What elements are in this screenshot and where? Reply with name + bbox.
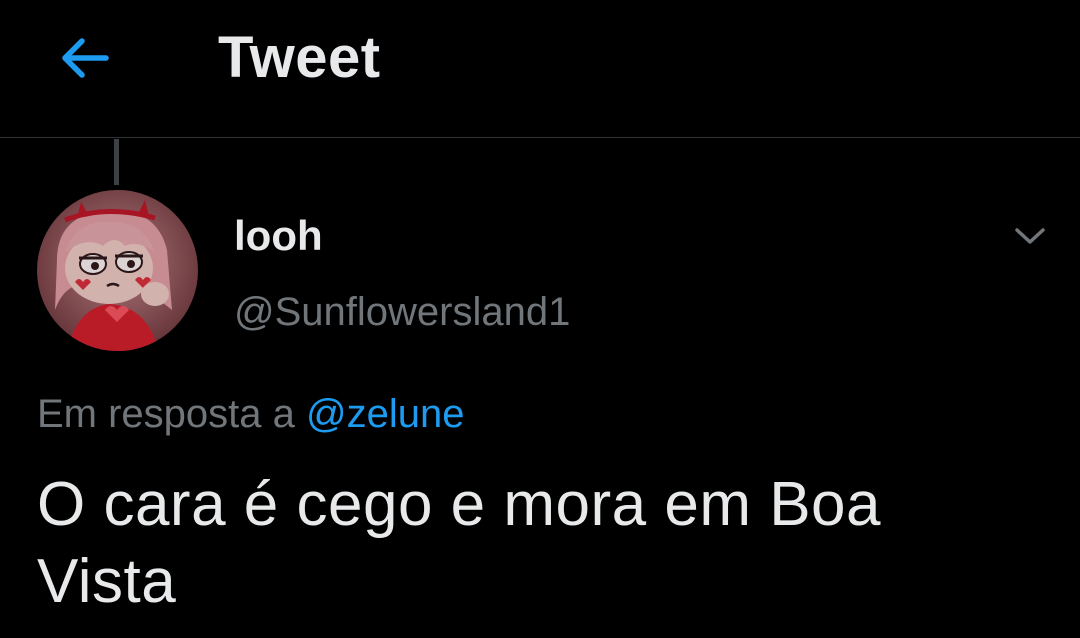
tweet-screen: Tweet looh @Sunflowersland1 Em resposta … <box>0 0 1080 638</box>
back-button[interactable] <box>50 24 118 92</box>
chevron-down-icon <box>1015 228 1045 244</box>
page-title: Tweet <box>218 25 381 90</box>
author-handle[interactable]: @Sunflowersland1 <box>234 288 570 336</box>
reply-context: Em resposta a @zelune <box>37 390 465 438</box>
reply-prefix: Em resposta a <box>37 392 295 436</box>
arrow-left-icon <box>62 38 109 78</box>
avatar-image <box>37 190 198 351</box>
author-display-name[interactable]: looh <box>234 212 323 260</box>
avatar[interactable] <box>37 190 198 351</box>
top-bar: Tweet <box>0 0 1080 138</box>
thread-connector-line <box>114 139 119 185</box>
reply-mention-link[interactable]: @zelune <box>306 392 464 436</box>
tweet-body-text: O cara é cego e mora em Boa Vista <box>37 470 882 616</box>
more-options-button[interactable] <box>1006 212 1054 260</box>
